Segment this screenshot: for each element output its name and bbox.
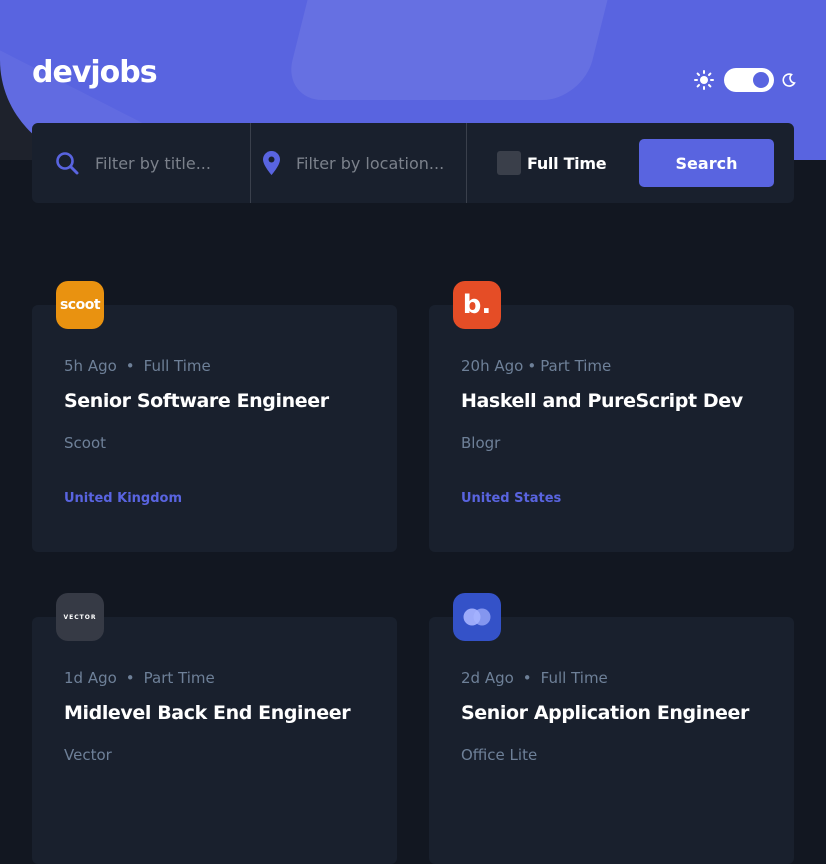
- header-decoration: [282, 0, 618, 100]
- full-time-checkbox[interactable]: [497, 151, 521, 175]
- theme-toggle-switch[interactable]: [724, 68, 774, 92]
- theme-toggle: [694, 68, 796, 92]
- devjobs-logo[interactable]: devjobs: [32, 53, 158, 93]
- job-card[interactable]: VECTOR 1d Ago • Part Time Midlevel Back En…: [32, 593, 397, 864]
- job-title[interactable]: Senior Software Engineer: [64, 387, 329, 415]
- contract-type: Part Time: [143, 669, 215, 687]
- contract-type: Full Time: [540, 669, 608, 687]
- job-meta: 1d Ago • Part Time: [64, 668, 215, 688]
- job-card[interactable]: 2d Ago • Full Time Senior Application Engi…: [429, 593, 794, 864]
- moon-icon: [782, 73, 796, 87]
- job-card[interactable]: b. 20h Ago • Part Time Haskell and PureScr…: [429, 281, 794, 552]
- job-meta: 20h Ago • Part Time: [461, 356, 611, 376]
- title-filter-input[interactable]: [93, 152, 247, 174]
- posted-at: 2d Ago: [461, 669, 514, 687]
- toggle-knob: [753, 72, 769, 88]
- office-lite-logo-icon: [463, 608, 491, 626]
- search-bar: Full Time Search: [32, 123, 794, 203]
- company-logo: b.: [453, 281, 501, 329]
- company-name: Blogr: [461, 434, 501, 452]
- job-title[interactable]: Midlevel Back End Engineer: [64, 699, 351, 727]
- company-logo: scoot: [56, 281, 104, 329]
- full-time-filter: Full Time Search: [466, 123, 794, 203]
- search-icon: [56, 152, 79, 175]
- posted-at: 1d Ago: [64, 669, 117, 687]
- company-name: Office Lite: [461, 746, 538, 764]
- job-location: United States: [461, 491, 562, 506]
- job-card[interactable]: scoot 5h Ago • Full Time Senior Software E…: [32, 281, 397, 552]
- posted-at: 20h Ago: [461, 357, 524, 375]
- blogr-logo-text: b.: [462, 290, 492, 320]
- location-filter-input[interactable]: [294, 152, 448, 174]
- posted-at: 5h Ago: [64, 357, 117, 375]
- meta-separator: •: [125, 669, 135, 687]
- company-logo: [453, 593, 501, 641]
- company-name: Vector: [64, 746, 112, 764]
- meta-separator: •: [522, 669, 532, 687]
- job-title[interactable]: Senior Application Engineer: [461, 699, 749, 727]
- job-meta: 2d Ago • Full Time: [461, 668, 608, 688]
- job-title[interactable]: Haskell and PureScript Dev: [461, 387, 743, 415]
- full-time-label[interactable]: Full Time: [527, 154, 607, 173]
- search-button[interactable]: Search: [639, 139, 774, 187]
- contract-type: Full Time: [143, 357, 211, 375]
- company-name: Scoot: [64, 434, 107, 452]
- title-filter: [32, 123, 250, 203]
- company-logo: VECTOR: [56, 593, 104, 641]
- job-location: United Kingdom: [64, 491, 183, 506]
- contract-type: Part Time: [540, 357, 612, 375]
- scoot-logo-text: scoot: [59, 297, 101, 313]
- vector-logo-text: VECTOR: [63, 613, 97, 621]
- location-filter: [250, 123, 466, 203]
- location-pin-icon: [263, 151, 280, 175]
- sun-icon: [694, 70, 714, 90]
- job-meta: 5h Ago • Full Time: [64, 356, 211, 376]
- meta-separator: •: [125, 357, 135, 375]
- meta-separator: •: [527, 357, 537, 375]
